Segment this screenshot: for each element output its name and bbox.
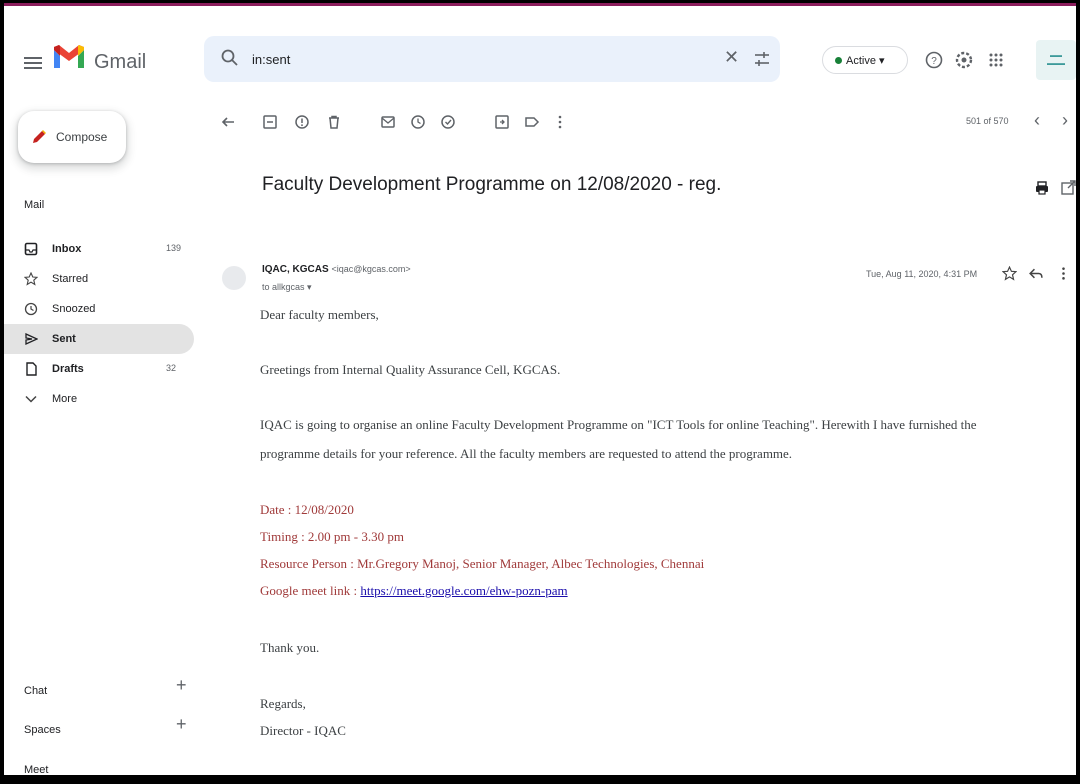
inbox-icon	[24, 242, 38, 256]
search-bar[interactable]: in:sent ✕	[204, 36, 780, 82]
chevron-down-icon	[25, 395, 37, 403]
body-paragraph-line2: programme details for your reference. Al…	[260, 446, 793, 461]
label-icon[interactable]	[524, 114, 540, 130]
open-new-window-icon[interactable]	[1060, 180, 1076, 196]
regards-text: Regards,	[260, 696, 306, 711]
settings-gear-icon[interactable]	[954, 50, 974, 70]
print-icon[interactable]	[1034, 180, 1050, 196]
sender-email: <iqac@kgcas.com>	[331, 264, 411, 274]
pagination-count: 501 of 570	[966, 116, 1009, 126]
spaces-heading[interactable]: Spaces	[24, 724, 61, 736]
search-input[interactable]: in:sent	[252, 52, 290, 67]
sidebar-item-starred[interactable]: Starred	[4, 264, 194, 294]
greeting-text: Dear faculty members,	[260, 307, 379, 322]
main-menu-icon[interactable]	[24, 54, 42, 72]
reply-icon[interactable]	[1028, 266, 1043, 281]
sender-info: IQAC, KGCAS <iqac@kgcas.com>	[262, 264, 411, 275]
status-dot-icon	[835, 57, 842, 64]
newer-chevron-icon[interactable]: ‹	[1034, 110, 1040, 131]
new-chat-plus-icon[interactable]: +	[176, 675, 187, 696]
archive-icon[interactable]	[262, 114, 278, 130]
intro-text: Greetings from Internal Quality Assuranc…	[260, 362, 561, 377]
sidebar-item-more[interactable]: More	[4, 384, 194, 414]
help-icon[interactable]: ?	[924, 50, 944, 70]
svg-text:?: ?	[931, 56, 937, 67]
window-bottom-edge	[4, 775, 1076, 780]
sidebar-item-label: More	[52, 393, 78, 405]
status-label: Active	[846, 55, 876, 67]
sidebar-item-label: Snoozed	[52, 303, 96, 315]
email-subject: Faculty Development Programme on 12/08/2…	[262, 174, 722, 195]
apps-grid-icon[interactable]	[986, 50, 1006, 70]
chat-heading[interactable]: Chat	[24, 685, 47, 697]
app-name: Gmail	[94, 51, 147, 73]
new-space-plus-icon[interactable]: +	[176, 714, 187, 735]
thanks-text: Thank you.	[260, 640, 320, 655]
organization-logo-icon[interactable]: ▬▬ ▬▬▬	[1036, 40, 1076, 80]
sidebar-item-snoozed[interactable]: Snoozed	[4, 294, 194, 324]
move-to-icon[interactable]	[494, 114, 510, 130]
sidebar-item-label: Inbox	[52, 243, 82, 255]
search-options-icon[interactable]	[752, 49, 772, 69]
programme-date: Date : 12/08/2020	[260, 502, 354, 517]
inbox-count: 139	[166, 243, 182, 253]
star-icon	[24, 272, 38, 286]
gmail-window: Gmail in:sent ✕ Active ▾ ? ▬▬ ▬▬▬ Compos…	[4, 3, 1076, 780]
meet-link[interactable]: https://meet.google.com/ehw-pozn-pam	[360, 583, 567, 598]
sidebar-item-label: Starred	[52, 273, 89, 285]
sender-avatar[interactable]	[222, 266, 246, 290]
draft-icon	[26, 362, 37, 376]
pencil-icon	[33, 130, 46, 143]
signature-text: Director - IQAC	[260, 723, 346, 738]
top-bar: Gmail in:sent ✕ Active ▾ ? ▬▬ ▬▬▬	[4, 6, 1076, 94]
programme-timing: Timing : 2.00 pm - 3.30 pm	[260, 529, 404, 544]
search-icon[interactable]	[220, 48, 240, 68]
meet-link-label: Google meet link :	[260, 583, 361, 598]
more-vertical-icon[interactable]	[552, 114, 568, 130]
message-more-icon[interactable]	[1056, 266, 1071, 281]
back-arrow-icon[interactable]	[220, 114, 236, 130]
report-spam-icon[interactable]	[294, 114, 310, 130]
sender-name: IQAC, KGCAS	[262, 264, 329, 275]
recipient-details[interactable]: to allkgcas ▾	[262, 282, 312, 293]
sidebar-item-label: Drafts	[52, 363, 84, 375]
body-paragraph-line1: IQAC is going to organise an online Facu…	[260, 417, 977, 432]
status-dropdown[interactable]: Active ▾	[822, 46, 908, 74]
message-date: Tue, Aug 11, 2020, 4:31 PM	[866, 269, 978, 279]
clock-icon	[24, 302, 38, 316]
sidebar-item-label: Sent	[52, 333, 76, 345]
snooze-clock-icon[interactable]	[410, 114, 426, 130]
compose-button[interactable]: Compose	[18, 111, 126, 163]
meet-link-line: Google meet link : https://meet.google.c…	[260, 583, 568, 599]
clear-search-icon[interactable]: ✕	[724, 47, 739, 68]
mail-heading: Mail	[24, 199, 45, 211]
add-task-icon[interactable]	[440, 114, 456, 130]
sidebar-item-sent[interactable]: Sent	[4, 324, 194, 354]
gmail-logo-icon[interactable]	[52, 42, 86, 72]
send-icon	[25, 332, 38, 346]
resource-person: Resource Person : Mr.Gregory Manoj, Seni…	[260, 556, 705, 571]
drafts-count: 32	[166, 363, 177, 373]
sidebar-item-drafts[interactable]: Drafts 32	[4, 354, 194, 384]
compose-label: Compose	[56, 130, 108, 144]
delete-icon[interactable]	[326, 114, 342, 130]
mark-unread-icon[interactable]	[380, 114, 396, 130]
sidebar-item-inbox[interactable]: Inbox 139	[4, 234, 194, 264]
star-message-icon[interactable]	[1002, 266, 1017, 281]
older-chevron-icon[interactable]: ›	[1062, 110, 1068, 131]
